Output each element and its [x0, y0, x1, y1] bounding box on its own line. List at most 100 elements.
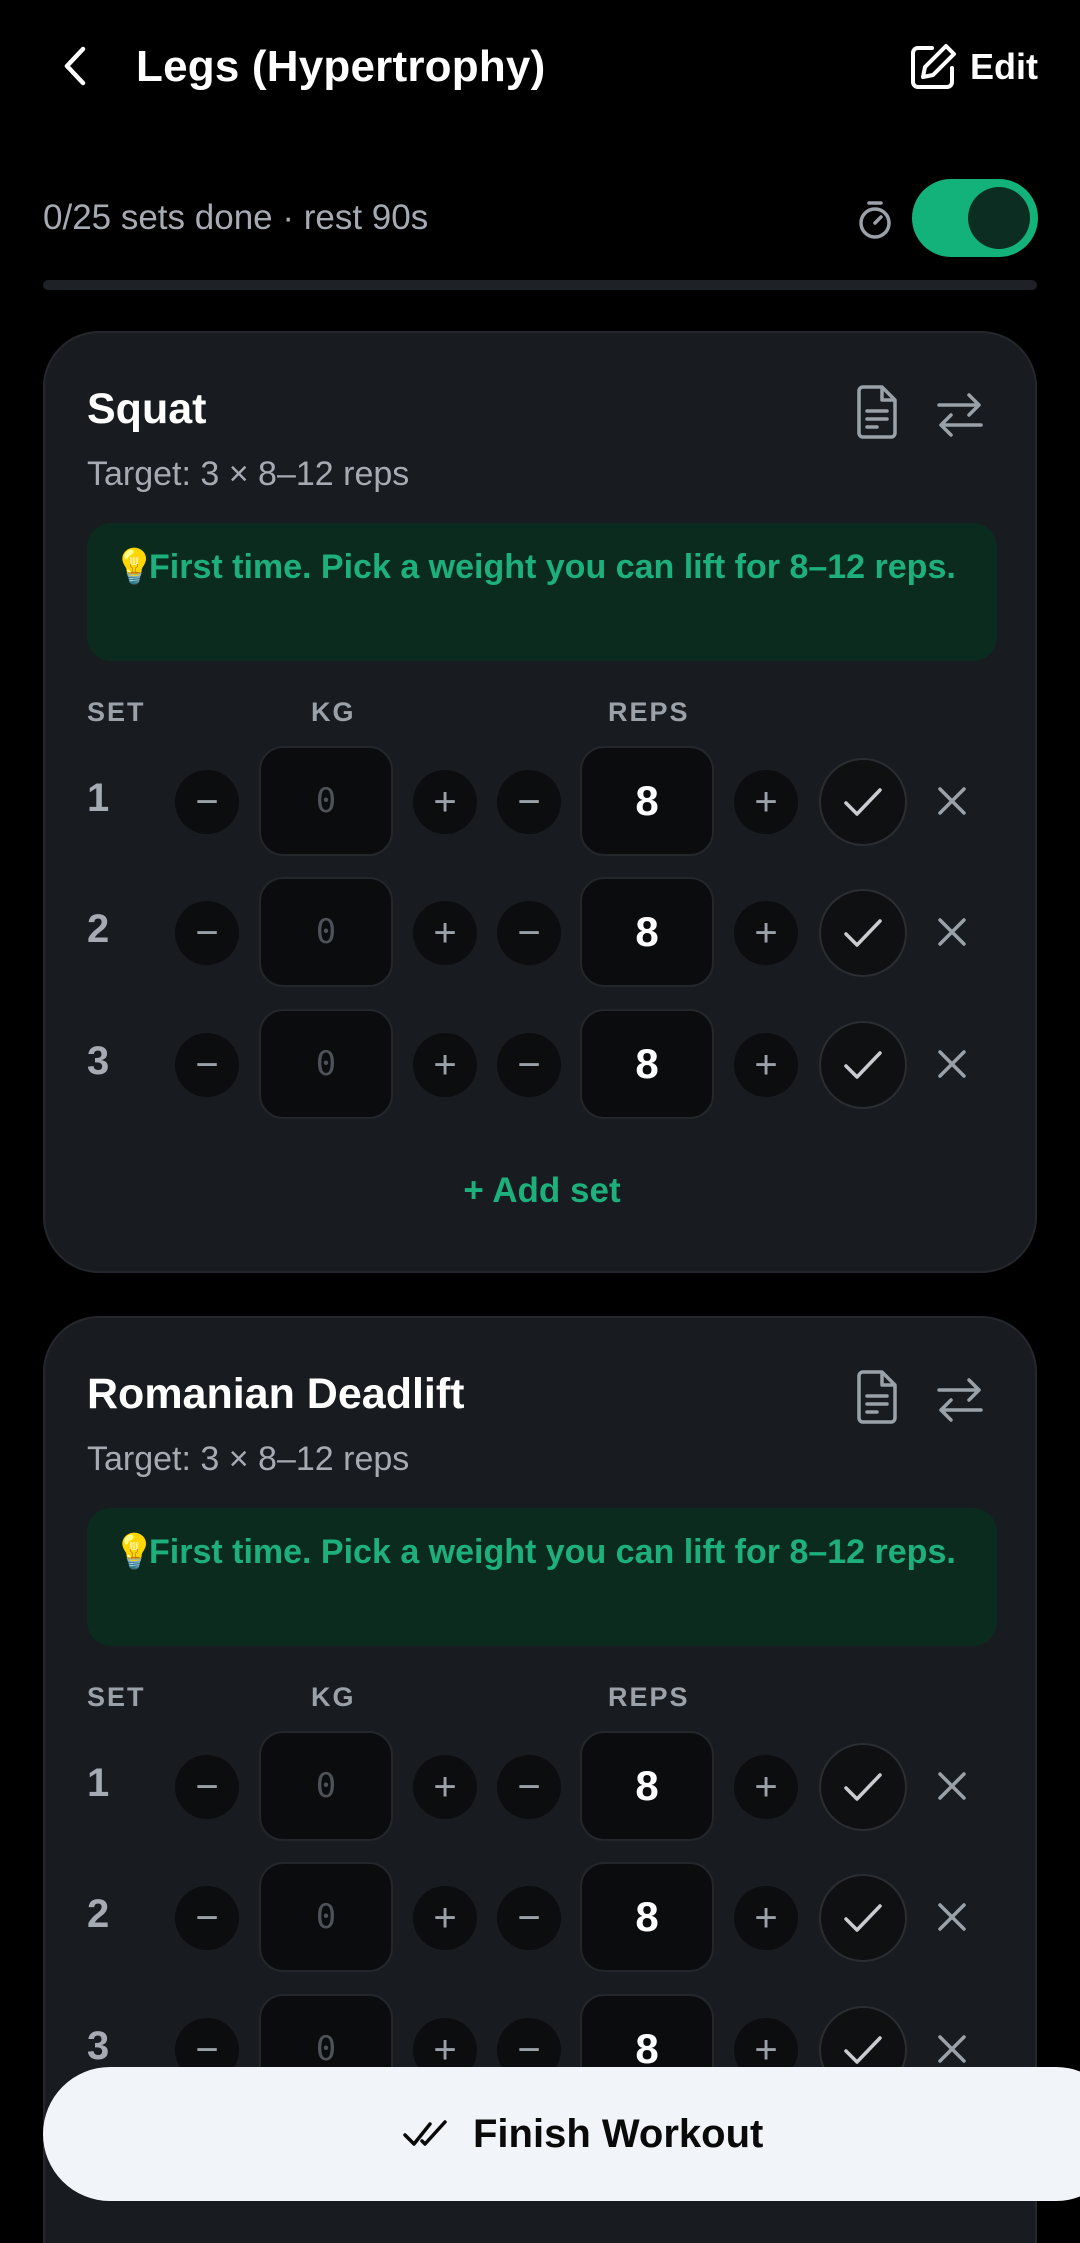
edit-icon	[911, 44, 956, 89]
kg-decrement-button[interactable]: −	[175, 770, 239, 834]
check-icon	[844, 919, 882, 947]
delete-set-button[interactable]	[929, 1763, 975, 1809]
column-kg: KG	[311, 697, 356, 727]
kg-input[interactable]: 0	[259, 1862, 393, 1972]
kg-increment-button[interactable]: +	[413, 1033, 477, 1097]
delete-set-button[interactable]	[929, 1894, 975, 1940]
check-icon	[844, 788, 882, 816]
lightbulb-icon: 💡	[113, 1533, 156, 1571]
delete-set-button[interactable]	[929, 1041, 975, 1087]
reps-input[interactable]: 8	[580, 1862, 714, 1972]
close-icon	[938, 2035, 966, 2063]
column-kg: KG	[311, 1682, 356, 1712]
reps-input[interactable]: 8	[580, 1009, 714, 1119]
check-icon	[844, 2036, 882, 2064]
delete-set-button[interactable]	[929, 778, 975, 824]
reps-input[interactable]: 8	[580, 1731, 714, 1841]
reps-increment-button[interactable]: +	[734, 770, 798, 834]
reps-decrement-button[interactable]: −	[497, 1755, 561, 1819]
column-set: SET	[87, 697, 146, 727]
set-number: 1	[87, 1761, 110, 1805]
back-button[interactable]	[52, 42, 100, 90]
close-icon	[938, 787, 966, 815]
swap-icon[interactable]	[935, 391, 985, 439]
first-time-tip: 💡First time. Pick a weight you can lift …	[87, 523, 997, 661]
workout-screen: Legs (Hypertrophy) Edit 0/25 sets done ·…	[0, 0, 1080, 2243]
finish-workout-label: Finish Workout	[473, 2111, 764, 2156]
set-row: 2 − 0 + − 8 +	[45, 1862, 1039, 1972]
kg-increment-button[interactable]: +	[413, 1886, 477, 1950]
kg-input[interactable]: 0	[259, 1009, 393, 1119]
column-reps: REPS	[608, 697, 690, 727]
set-row: 3 − 0 + − 8 +	[45, 1009, 1039, 1119]
edit-label: Edit	[970, 46, 1038, 87]
kg-input[interactable]: 0	[259, 877, 393, 987]
close-icon	[938, 1772, 966, 1800]
reps-decrement-button[interactable]: −	[497, 770, 561, 834]
set-row: 1 − 0 + − 8 +	[45, 746, 1039, 856]
reps-input[interactable]: 8	[580, 877, 714, 987]
close-icon	[938, 1903, 966, 1931]
reps-increment-button[interactable]: +	[734, 1755, 798, 1819]
set-number: 2	[87, 907, 110, 951]
exercise-name: Romanian Deadlift	[87, 1370, 465, 1418]
exercise-target: Target: 3 × 8–12 reps	[87, 455, 410, 493]
notes-icon[interactable]	[851, 1370, 901, 1424]
toggle-knob	[968, 187, 1030, 249]
set-row: 1 − 0 + − 8 +	[45, 1731, 1039, 1841]
delete-set-button[interactable]	[929, 909, 975, 955]
reps-increment-button[interactable]: +	[734, 1886, 798, 1950]
lightbulb-icon: 💡	[113, 548, 156, 586]
kg-decrement-button[interactable]: −	[175, 901, 239, 965]
progress-bar	[43, 280, 1037, 290]
reps-input[interactable]: 8	[580, 746, 714, 856]
kg-increment-button[interactable]: +	[413, 770, 477, 834]
tip-text: First time. Pick a weight you can lift f…	[149, 548, 956, 586]
add-set-button[interactable]: + Add set	[45, 1171, 1039, 1211]
edit-button[interactable]: Edit	[908, 40, 1038, 94]
set-row: 2 − 0 + − 8 +	[45, 877, 1039, 987]
set-number: 1	[87, 776, 110, 820]
notes-icon[interactable]	[851, 385, 901, 439]
kg-decrement-button[interactable]: −	[175, 1886, 239, 1950]
tip-text: First time. Pick a weight you can lift f…	[149, 1533, 956, 1571]
timer-icon	[859, 201, 891, 239]
finish-workout-button[interactable]: Finish Workout	[43, 2067, 1080, 2201]
column-set: SET	[87, 1682, 146, 1712]
close-icon	[938, 1050, 966, 1078]
rest-timer-toggle[interactable]	[912, 179, 1038, 257]
complete-set-button[interactable]	[819, 758, 907, 846]
reps-increment-button[interactable]: +	[734, 901, 798, 965]
kg-input[interactable]: 0	[259, 746, 393, 856]
reps-increment-button[interactable]: +	[734, 1033, 798, 1097]
complete-set-button[interactable]	[819, 1743, 907, 1831]
swap-icon[interactable]	[935, 1376, 985, 1424]
reps-decrement-button[interactable]: −	[497, 901, 561, 965]
complete-set-button[interactable]	[819, 1874, 907, 1962]
reps-decrement-button[interactable]: −	[497, 1886, 561, 1950]
exercise-name: Squat	[87, 385, 207, 433]
complete-set-button[interactable]	[819, 1021, 907, 1109]
kg-increment-button[interactable]: +	[413, 1755, 477, 1819]
page-title: Legs (Hypertrophy)	[136, 42, 546, 91]
set-number: 3	[87, 1039, 110, 1083]
column-reps: REPS	[608, 1682, 690, 1712]
check-icon	[844, 1773, 882, 1801]
close-icon	[938, 918, 966, 946]
set-number: 2	[87, 1892, 110, 1936]
sets-progress-text: 0/25 sets done · rest 90s	[43, 198, 429, 237]
exercise-card: Squat Target: 3 × 8–12 reps 💡First time.…	[43, 331, 1037, 1273]
exercise-target: Target: 3 × 8–12 reps	[87, 1440, 410, 1478]
kg-increment-button[interactable]: +	[413, 901, 477, 965]
reps-decrement-button[interactable]: −	[497, 1033, 561, 1097]
header: Legs (Hypertrophy) Edit	[0, 0, 1080, 140]
kg-decrement-button[interactable]: −	[175, 1033, 239, 1097]
delete-set-button[interactable]	[929, 2026, 975, 2072]
kg-input[interactable]: 0	[259, 1731, 393, 1841]
kg-decrement-button[interactable]: −	[175, 1755, 239, 1819]
double-check-icon	[403, 2120, 447, 2146]
complete-set-button[interactable]	[819, 889, 907, 977]
chevron-left-icon	[64, 46, 86, 86]
check-icon	[844, 1051, 882, 1079]
set-number: 3	[87, 2024, 110, 2068]
